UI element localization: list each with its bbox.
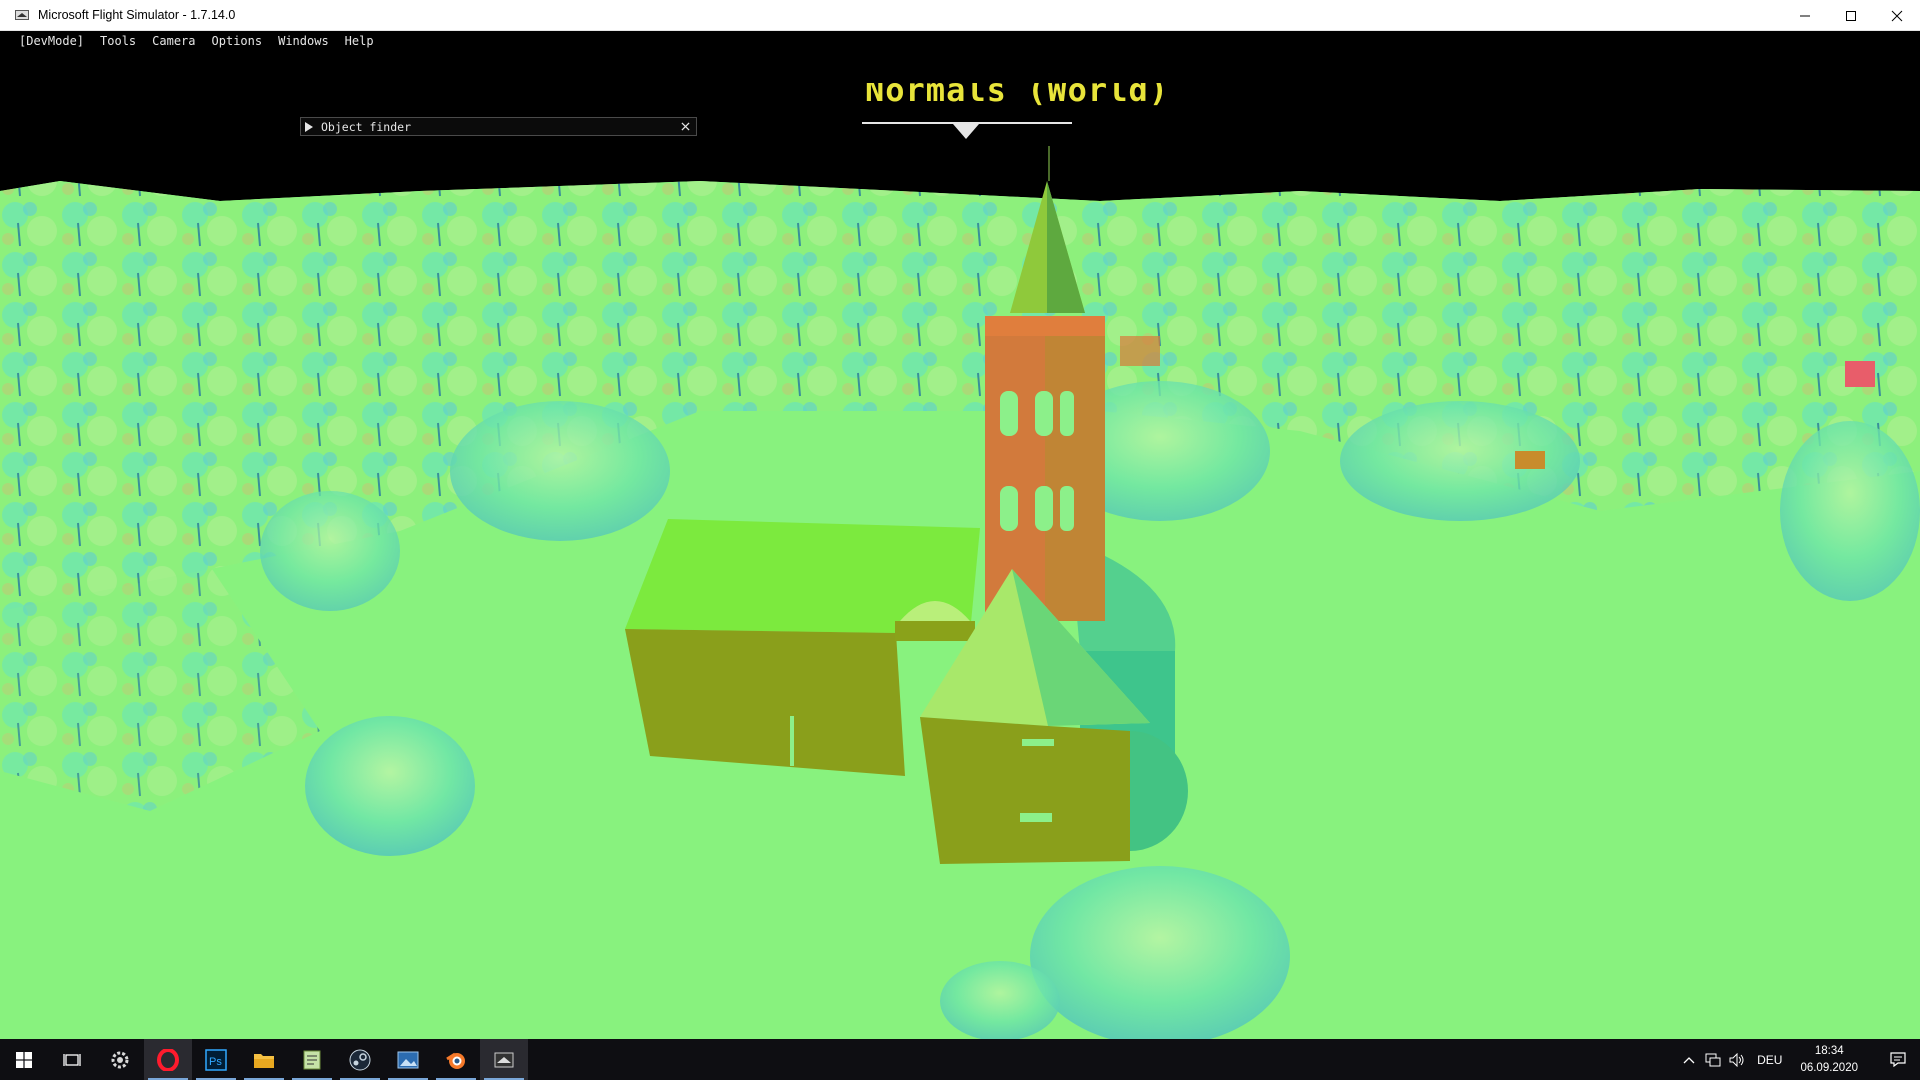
- window-titlebar[interactable]: Microsoft Flight Simulator - 1.7.14.0: [0, 0, 1920, 31]
- tray-time: 18:34: [1814, 1044, 1844, 1057]
- tray-volume[interactable]: [1725, 1039, 1749, 1080]
- notepad-icon: [303, 1050, 321, 1069]
- tray-clock[interactable]: 18:34 06.09.2020: [1800, 1043, 1858, 1077]
- taskbar-opera[interactable]: [144, 1039, 192, 1080]
- church-tower-shade: [1045, 321, 1105, 621]
- distant-roof: [1515, 451, 1545, 469]
- opera-icon: [157, 1048, 179, 1071]
- menu-devmode[interactable]: [DevMode]: [19, 34, 84, 48]
- taskbar-blender[interactable]: [432, 1039, 480, 1080]
- object-finder-close-button[interactable]: [678, 119, 692, 133]
- menu-help[interactable]: Help: [345, 34, 374, 48]
- task-view-button[interactable]: [48, 1039, 96, 1080]
- tree-cluster: [260, 491, 400, 611]
- tower-battlement: [985, 316, 1105, 336]
- close-icon: [1891, 10, 1903, 21]
- file-explorer-icon: [254, 1053, 274, 1068]
- church-nave-wall: [625, 629, 905, 776]
- maximize-icon: [1846, 10, 1856, 21]
- distant-roof: [1120, 336, 1160, 366]
- svg-text:Ps: Ps: [209, 1056, 222, 1068]
- tray-overflow-button[interactable]: [1677, 1039, 1701, 1080]
- window-title: Microsoft Flight Simulator - 1.7.14.0: [38, 8, 236, 22]
- settings-gear-icon: [111, 1051, 129, 1068]
- menu-tools[interactable]: Tools: [100, 34, 136, 48]
- menu-windows[interactable]: Windows: [278, 34, 329, 48]
- taskbar-notepad[interactable]: [288, 1039, 336, 1080]
- maximize-button[interactable]: [1828, 0, 1874, 31]
- menu-camera[interactable]: Camera: [152, 34, 195, 48]
- tray-language[interactable]: DEU: [1757, 1053, 1782, 1067]
- windows-taskbar: Ps DEU 18:34 06.09.2020: [0, 1039, 1920, 1080]
- minimize-icon: [1800, 15, 1810, 16]
- tree-cluster: [1030, 866, 1290, 1039]
- taskbar-file-explorer[interactable]: [240, 1039, 288, 1080]
- tray-date: 06.09.2020: [1800, 1061, 1858, 1074]
- tray-network[interactable]: [1701, 1039, 1725, 1080]
- system-tray: DEU 18:34 06.09.2020: [1677, 1039, 1920, 1080]
- object-finder-panel[interactable]: Object finder: [300, 117, 697, 136]
- church-dome-base: [895, 621, 975, 641]
- flight-simulator-icon: [494, 1052, 514, 1067]
- normals-scene: [0, 146, 1920, 1039]
- taskbar-image-viewer[interactable]: [384, 1039, 432, 1080]
- action-center-button[interactable]: [1876, 1039, 1920, 1080]
- volume-icon: [1729, 1052, 1744, 1067]
- blender-icon: [446, 1052, 465, 1069]
- chevron-up-icon: [1683, 1056, 1695, 1063]
- church-window: [1020, 813, 1052, 822]
- tree-cluster: [940, 961, 1060, 1039]
- tree-cluster: [1780, 421, 1920, 601]
- hud-heading-marker: [953, 124, 979, 139]
- minimize-button[interactable]: [1782, 0, 1828, 31]
- object-finder-label: Object finder: [321, 119, 412, 134]
- taskbar-photoshop[interactable]: Ps: [192, 1039, 240, 1080]
- taskbar-settings[interactable]: [96, 1039, 144, 1080]
- photoshop-icon: Ps: [205, 1048, 227, 1071]
- task-view-icon: [63, 1053, 81, 1066]
- windows-start-icon: [16, 1051, 32, 1068]
- close-icon: [680, 121, 690, 131]
- steam-icon: [349, 1049, 371, 1070]
- tree-cluster: [305, 716, 475, 856]
- hud-heading-text: Normals (World): [865, 83, 1169, 109]
- network-icon: [1705, 1053, 1721, 1066]
- start-button[interactable]: [0, 1039, 48, 1080]
- taskbar-flight-simulator[interactable]: [480, 1039, 528, 1080]
- scene-viewport[interactable]: Normals (World) Object finder: [0, 51, 1920, 1039]
- menu-options[interactable]: Options: [212, 34, 263, 48]
- church-window: [1022, 739, 1054, 746]
- tree-cluster: [450, 401, 670, 541]
- church-window: [790, 716, 794, 766]
- distant-roof: [1845, 361, 1875, 387]
- image-viewer-icon: [397, 1051, 419, 1068]
- taskbar-steam[interactable]: [336, 1039, 384, 1080]
- app-icon: [15, 10, 29, 20]
- close-button[interactable]: [1874, 0, 1920, 31]
- devmode-menubar: [DevMode] Tools Camera Options Windows H…: [0, 31, 1920, 51]
- collapse-arrow-icon[interactable]: [305, 121, 313, 132]
- notification-icon: [1890, 1052, 1906, 1067]
